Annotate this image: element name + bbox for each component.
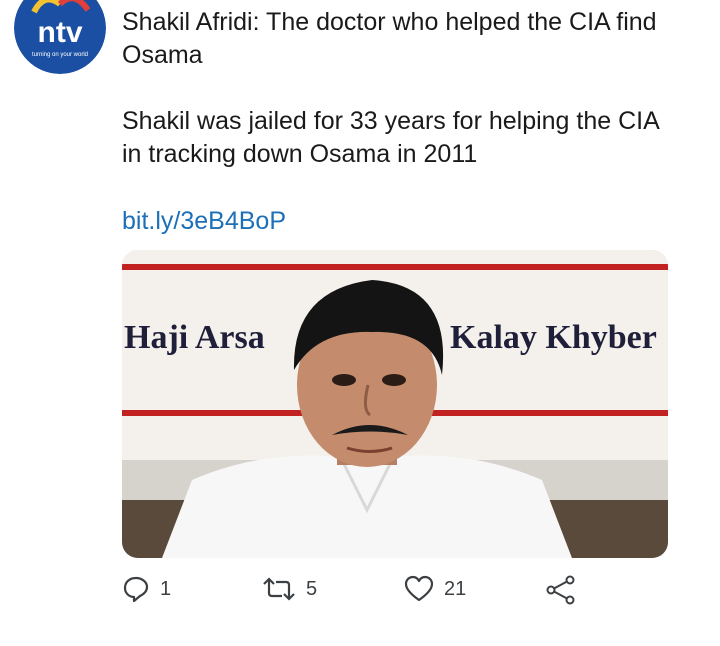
banner-text-left: Haji Arsa <box>124 319 265 356</box>
avatar[interactable]: ntv turning on your world <box>14 0 106 74</box>
tweet-text: Shakil Afridi: The doctor who helped the… <box>122 6 682 171</box>
retweet-count: 5 <box>306 577 318 600</box>
reply-icon <box>123 576 149 603</box>
tweet-body: Shakil was jailed for 33 years for helpi… <box>122 107 659 168</box>
tweet-link[interactable]: bit.ly/3eB4BoP <box>122 207 286 236</box>
like-count: 21 <box>444 577 467 600</box>
reply-count: 1 <box>160 577 172 600</box>
tweet-media-image[interactable]: Haji Arsa Kalay Khyber <box>122 250 668 558</box>
reply-button[interactable]: 1 <box>122 575 171 603</box>
ntv-logo: ntv turning on your world <box>14 0 106 74</box>
share-icon <box>546 575 575 605</box>
media-photo: Haji Arsa Kalay Khyber <box>122 250 668 558</box>
banner-red-stripe-top <box>122 264 668 270</box>
banner-text-right: Kalay Khyber <box>450 319 657 356</box>
logo-tagline: turning on your world <box>32 52 88 58</box>
like-icon <box>404 575 434 602</box>
retweet-button[interactable]: 5 <box>262 575 317 603</box>
retweet-icon <box>263 577 295 601</box>
like-button[interactable]: 21 <box>404 575 466 603</box>
tweet-actions: 1 5 21 <box>122 575 592 611</box>
tweet-headline: Shakil Afridi: The doctor who helped the… <box>122 8 657 69</box>
share-button[interactable] <box>546 575 576 605</box>
logo-text: ntv <box>38 16 83 49</box>
